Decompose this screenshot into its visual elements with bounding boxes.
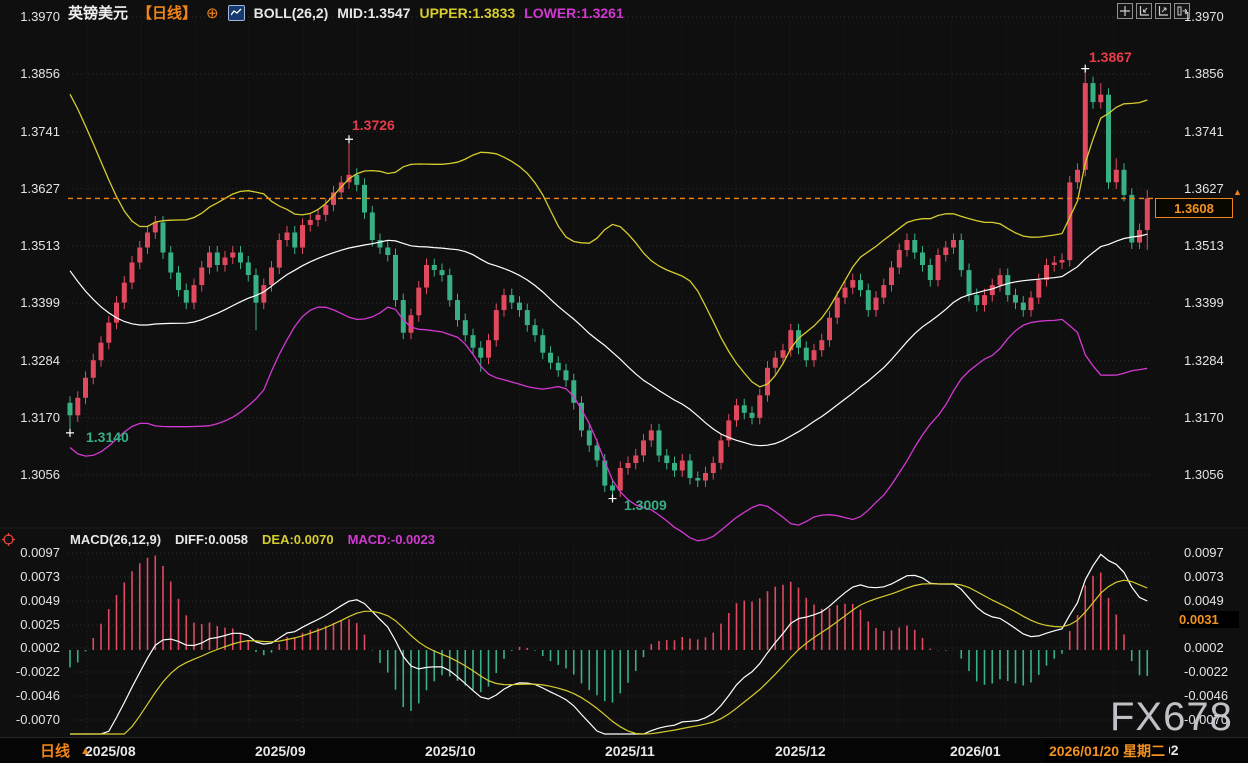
macd-tick-left: -0.0046: [2, 688, 60, 703]
extreme-cross-marker: [345, 135, 353, 143]
macd-tick-right: -0.0022: [1184, 664, 1228, 679]
period-selector-arrow-icon: ▲: [80, 745, 91, 757]
add-indicator-icon[interactable]: ⊕: [206, 4, 219, 22]
annotation-high-1.3726: 1.3726: [352, 117, 395, 133]
price-tick-right: 1.3056: [1184, 467, 1224, 482]
price-tick-left: 1.3399: [2, 295, 60, 310]
price-tick-right: 1.3513: [1184, 238, 1224, 253]
macd-tick-left: 0.0025: [2, 617, 60, 632]
extreme-cross-marker: [1081, 65, 1089, 73]
price-tag-arrow-icon: ▲: [1233, 187, 1242, 197]
current-date-tag: 2026/01/20 星期二: [1045, 740, 1169, 762]
macd-title: MACD(26,12,9): [70, 532, 161, 547]
period-selector[interactable]: 日线 ▲: [40, 740, 91, 761]
month-label: 2025/11: [605, 743, 655, 759]
price-tick-left: 1.3513: [2, 238, 60, 253]
price-tick-left: 1.3056: [2, 467, 60, 482]
price-tick-left: 1.3627: [2, 181, 60, 196]
annotation-high-1.3867: 1.3867: [1089, 49, 1132, 65]
price-tick-right: 1.3399: [1184, 295, 1224, 310]
boll-mid-line: [70, 234, 1147, 446]
boll-lower-line: [70, 307, 1147, 541]
symbol-name: 英镑美元: [68, 2, 128, 23]
boll-upper-line: [70, 94, 1147, 387]
candlestick-chart-canvas[interactable]: [0, 0, 1248, 763]
price-tick-left: 1.3284: [2, 353, 60, 368]
target-marker-icon[interactable]: [2, 533, 15, 551]
macd-tick-right: 0.0097: [1184, 545, 1224, 560]
macd-tick-left: 0.0049: [2, 593, 60, 608]
boll-lower-value: LOWER:1.3261: [524, 5, 624, 21]
macd-value-tag: 0.0031: [1179, 611, 1239, 628]
chart-toolbar: [1117, 3, 1190, 19]
macd-tick-right: 0.0049: [1184, 593, 1224, 608]
price-tick-right: 1.3170: [1184, 410, 1224, 425]
macd-tick-right: 0.0002: [1184, 640, 1224, 655]
chart-header: 英镑美元 【日线】 ⊕ BOLL(26,2) MID:1.3547 UPPER:…: [68, 2, 624, 23]
price-tick-left: 1.3741: [2, 124, 60, 139]
macd-header: MACD(26,12,9) DIFF:0.0058 DEA:0.0070 MAC…: [70, 532, 435, 547]
macd-tick-left: 0.0073: [2, 569, 60, 584]
annotation-low-1.3009: 1.3009: [624, 497, 667, 513]
price-tick-left: 1.3170: [2, 410, 60, 425]
macd-tick-left: -0.0022: [2, 664, 60, 679]
chart-window: 英镑美元 【日线】 ⊕ BOLL(26,2) MID:1.3547 UPPER:…: [0, 0, 1248, 763]
macd-tick-left: -0.0070: [2, 712, 60, 727]
extreme-cross-marker: [66, 429, 74, 437]
last-price-tag: 1.3608: [1155, 198, 1233, 218]
price-tick-left: 1.3970: [2, 9, 60, 24]
month-label: 2026/01: [950, 743, 1001, 759]
candles-group: [68, 69, 1150, 499]
boll-upper-value: UPPER:1.3833: [419, 5, 515, 21]
price-tick-right: 1.3741: [1184, 124, 1224, 139]
axis-zoom-out-icon[interactable]: [1155, 3, 1171, 19]
boll-indicator-label: BOLL(26,2): [254, 5, 329, 21]
period-badge[interactable]: 【日线】: [137, 2, 197, 23]
month-label: 2025/09: [255, 743, 306, 759]
axis-zoom-in-icon[interactable]: [1136, 3, 1152, 19]
month-label: 2025/08: [85, 743, 136, 759]
macd-bar-value: MACD:-0.0023: [348, 532, 435, 547]
month-label: 2025/10: [425, 743, 476, 759]
price-tick-right: 1.3284: [1184, 353, 1224, 368]
macd-dea-line: [70, 580, 1147, 734]
macd-dea-value: DEA:0.0070: [262, 532, 334, 547]
price-tick-left: 1.3856: [2, 66, 60, 81]
macd-tick-left: 0.0002: [2, 640, 60, 655]
price-tick-right: 1.3970: [1184, 9, 1224, 24]
boll-mid-value: MID:1.3547: [337, 5, 410, 21]
extreme-cross-marker: [609, 495, 617, 503]
period-selector-label[interactable]: 日线: [40, 740, 70, 761]
pan-crosshair-icon[interactable]: [1117, 3, 1133, 19]
chart-type-icon[interactable]: [228, 5, 245, 21]
macd-tick-right: 0.0073: [1184, 569, 1224, 584]
month-label: 2025/12: [775, 743, 826, 759]
macd-diff-value: DIFF:0.0058: [175, 532, 248, 547]
watermark: FX678: [1110, 695, 1233, 740]
annotation-low-1.3140: 1.3140: [86, 429, 129, 445]
price-tick-right: 1.3856: [1184, 66, 1224, 81]
price-tick-right: 1.3627: [1184, 181, 1224, 196]
